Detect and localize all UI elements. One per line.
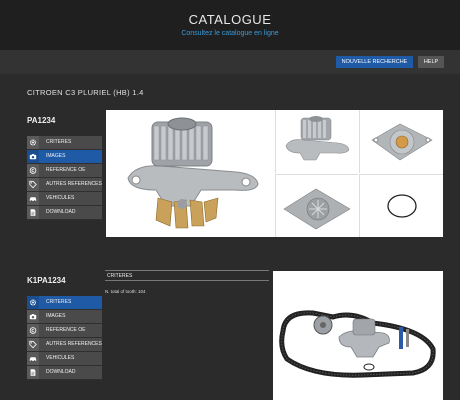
menu-item-download[interactable]: DOWNLOAD bbox=[27, 206, 102, 220]
kit-product-image[interactable] bbox=[273, 271, 443, 400]
menu-item-label: VEHICULES bbox=[46, 195, 75, 201]
car-icon bbox=[27, 352, 39, 365]
menu-item-vehicles[interactable]: VEHICULES bbox=[27, 352, 102, 366]
camera-icon bbox=[27, 150, 39, 163]
header: CATALOGUE Consultez le catalogue en lign… bbox=[0, 0, 460, 50]
menu-item-reference-oe[interactable]: REFERENCE OE bbox=[27, 324, 102, 338]
camera-icon bbox=[27, 310, 39, 323]
menu-item-label: CRITERES bbox=[46, 139, 72, 145]
thumbnail-image[interactable] bbox=[275, 110, 358, 173]
menu-item-label: VEHICULES bbox=[46, 355, 75, 361]
product-ref: K1PA1234 bbox=[27, 276, 66, 285]
menu-item-download[interactable]: DOWNLOAD bbox=[27, 366, 102, 380]
menu-item-reference-oe[interactable]: REFERENCE OE bbox=[27, 164, 102, 178]
menu-item-label: IMAGES bbox=[46, 313, 66, 319]
gear-icon bbox=[27, 296, 39, 309]
new-search-button[interactable]: NOUVELLE RECHERCHE bbox=[336, 56, 413, 68]
menu-item-other-references[interactable]: AUTRES REFERENCES bbox=[27, 338, 102, 352]
menu-item-label: DOWNLOAD bbox=[46, 209, 76, 215]
product-menu: CRITERES IMAGES REFERENCE OE AUTRES REFE… bbox=[27, 136, 102, 220]
copyright-icon bbox=[27, 324, 39, 337]
menu-item-criteres[interactable]: CRITERES bbox=[27, 296, 102, 310]
document-icon bbox=[27, 206, 39, 219]
menu-item-label: AUTRES REFERENCES bbox=[46, 181, 102, 187]
menu-item-vehicles[interactable]: VEHICULES bbox=[27, 192, 102, 206]
page-title: CATALOGUE bbox=[188, 12, 272, 27]
menu-item-images[interactable]: IMAGES bbox=[27, 310, 102, 324]
main-product-image[interactable] bbox=[106, 110, 274, 237]
product-menu: CRITERES IMAGES REFERENCE OE AUTRES REFE… bbox=[27, 296, 102, 380]
criteria-value: N. total of tooth: 104 bbox=[105, 289, 146, 294]
menu-item-label: AUTRES REFERENCES bbox=[46, 341, 102, 347]
thumbnail-image[interactable] bbox=[359, 174, 443, 237]
thumbnail-image[interactable] bbox=[359, 110, 443, 173]
page-subtitle[interactable]: Consultez le catalogue en ligne bbox=[0, 30, 460, 37]
gear-icon bbox=[27, 136, 39, 149]
tag-icon bbox=[27, 178, 39, 191]
criteria-header: CRITERES bbox=[105, 270, 269, 281]
menu-item-label: REFERENCE OE bbox=[46, 167, 86, 173]
help-button[interactable]: HELP bbox=[418, 56, 444, 68]
tag-icon bbox=[27, 338, 39, 351]
toolbar: NOUVELLE RECHERCHE HELP bbox=[0, 50, 460, 74]
product-ref: PA1234 bbox=[27, 116, 56, 125]
menu-item-images[interactable]: IMAGES bbox=[27, 150, 102, 164]
document-icon bbox=[27, 366, 39, 379]
menu-item-other-references[interactable]: AUTRES REFERENCES bbox=[27, 178, 102, 192]
copyright-icon bbox=[27, 164, 39, 177]
menu-item-label: DOWNLOAD bbox=[46, 369, 76, 375]
image-gallery bbox=[106, 110, 443, 237]
vehicle-title: CITROEN C3 PLURIEL (HB) 1.4 bbox=[27, 88, 144, 97]
car-icon bbox=[27, 192, 39, 205]
menu-item-label: IMAGES bbox=[46, 153, 66, 159]
thumbnail-image[interactable] bbox=[275, 174, 358, 237]
menu-item-label: CRITERES bbox=[46, 299, 72, 305]
menu-item-label: REFERENCE OE bbox=[46, 327, 86, 333]
menu-item-criteres[interactable]: CRITERES bbox=[27, 136, 102, 150]
